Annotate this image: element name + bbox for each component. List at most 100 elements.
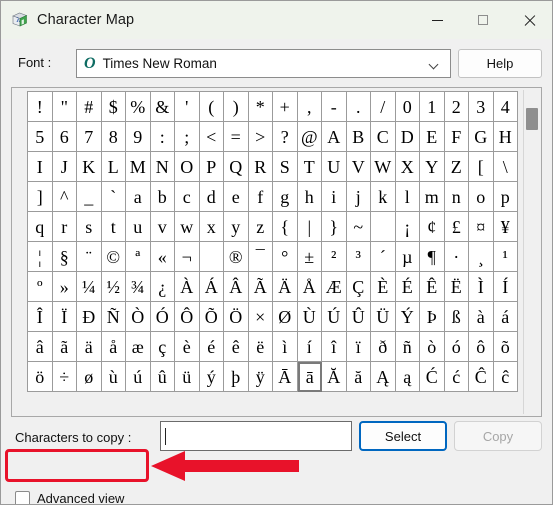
character-cell[interactable]: Â (224, 272, 249, 302)
character-cell[interactable]: K (77, 152, 102, 182)
character-cell[interactable]: ´ (371, 242, 396, 272)
character-cell[interactable]: R (248, 152, 273, 182)
character-cell[interactable]: Ã (248, 272, 273, 302)
character-cell[interactable]: q (28, 212, 53, 242)
character-cell[interactable]: Y (420, 152, 445, 182)
advanced-view-checkbox[interactable]: Advanced view (15, 491, 124, 504)
character-cell[interactable]: @ (297, 122, 322, 152)
character-cell[interactable]: I (28, 152, 53, 182)
character-cell[interactable]: ć (444, 362, 469, 392)
character-cell[interactable]: N (150, 152, 175, 182)
character-cell[interactable]: m (420, 182, 445, 212)
character-cell[interactable]: [ (469, 152, 494, 182)
character-cell[interactable]: ä (77, 332, 102, 362)
character-cell[interactable]: ³ (346, 242, 371, 272)
character-cell[interactable]: ñ (395, 332, 420, 362)
character-cell[interactable]: ó (444, 332, 469, 362)
character-cell[interactable]: + (273, 92, 298, 122)
character-cell[interactable]: w (175, 212, 200, 242)
character-cell[interactable]: ç (150, 332, 175, 362)
character-cell[interactable]: ) (224, 92, 249, 122)
character-cell[interactable]: ; (175, 122, 200, 152)
chevron-down-icon[interactable] (430, 61, 439, 66)
character-cell[interactable]: Å (297, 272, 322, 302)
character-cell[interactable]: Þ (420, 302, 445, 332)
character-cell[interactable]: × (248, 302, 273, 332)
character-cell[interactable]: ö (28, 362, 53, 392)
character-cell[interactable]: p (493, 182, 518, 212)
character-cell[interactable]: ¶ (420, 242, 445, 272)
character-cell[interactable]: , (297, 92, 322, 122)
character-cell[interactable]: d (199, 182, 224, 212)
font-combobox[interactable]: O Times New Roman (76, 49, 451, 78)
character-cell[interactable]: « (150, 242, 175, 272)
character-cell[interactable]: ù (101, 362, 126, 392)
character-cell[interactable]: | (297, 212, 322, 242)
character-cell[interactable]: x (199, 212, 224, 242)
character-cell[interactable]: ÷ (52, 362, 77, 392)
character-cell[interactable]: ê (224, 332, 249, 362)
character-cell[interactable] (371, 212, 396, 242)
character-cell[interactable]: g (273, 182, 298, 212)
character-cell[interactable]: ú (126, 362, 151, 392)
character-cell[interactable]: ă (346, 362, 371, 392)
character-cell[interactable]: ü (175, 362, 200, 392)
character-cell[interactable]: Ö (224, 302, 249, 332)
character-cell[interactable]: e (224, 182, 249, 212)
character-cell[interactable]: ô (469, 332, 494, 362)
character-cell[interactable]: " (52, 92, 77, 122)
character-cell[interactable]: ą (395, 362, 420, 392)
character-cell[interactable]: ½ (101, 272, 126, 302)
character-cell[interactable]: ® (224, 242, 249, 272)
character-cell[interactable]: j (346, 182, 371, 212)
character-cell[interactable]: Ĉ (469, 362, 494, 392)
character-cell[interactable]: ¸ (469, 242, 494, 272)
character-cell[interactable]: B (346, 122, 371, 152)
character-cell[interactable]: Ó (150, 302, 175, 332)
character-cell[interactable]: Ą (371, 362, 396, 392)
character-cell[interactable]: P (199, 152, 224, 182)
character-cell[interactable]: Ì (469, 272, 494, 302)
character-cell[interactable]: » (52, 272, 77, 302)
character-cell[interactable]: Ù (297, 302, 322, 332)
character-cell[interactable]: $ (101, 92, 126, 122)
character-cell[interactable]: . (346, 92, 371, 122)
character-cell[interactable]: ± (297, 242, 322, 272)
character-cell[interactable]: ¯ (248, 242, 273, 272)
character-cell[interactable]: Ü (371, 302, 396, 332)
character-cell[interactable]: ë (248, 332, 273, 362)
character-cell[interactable]: V (346, 152, 371, 182)
character-cell[interactable]: X (395, 152, 420, 182)
character-cell[interactable]: W (371, 152, 396, 182)
character-cell[interactable]: 8 (101, 122, 126, 152)
character-cell[interactable]: Ô (175, 302, 200, 332)
character-cell[interactable]: 4 (493, 92, 518, 122)
character-cell[interactable]: A (322, 122, 347, 152)
character-cell[interactable]: l (395, 182, 420, 212)
character-cell[interactable]: 5 (28, 122, 53, 152)
character-cell[interactable]: Á (199, 272, 224, 302)
character-cell[interactable]: { (273, 212, 298, 242)
character-cell[interactable]: ² (322, 242, 347, 272)
character-cell[interactable]: 0 (395, 92, 420, 122)
character-cell[interactable]: Ç (346, 272, 371, 302)
character-cell[interactable]: 2 (444, 92, 469, 122)
character-cell[interactable]: t (101, 212, 126, 242)
character-cell[interactable]: Ă (322, 362, 347, 392)
character-cell[interactable]: À (175, 272, 200, 302)
character-cell[interactable]: ã (52, 332, 77, 362)
character-cell[interactable]: © (101, 242, 126, 272)
character-cell-selected[interactable]: ā (297, 362, 322, 392)
character-cell[interactable]: % (126, 92, 151, 122)
character-cell[interactable]: ĉ (493, 362, 518, 392)
character-cell[interactable]: Ï (52, 302, 77, 332)
character-cell[interactable]: Õ (199, 302, 224, 332)
character-cell[interactable]: o (469, 182, 494, 212)
character-cell[interactable]: i (322, 182, 347, 212)
character-cell[interactable]: 6 (52, 122, 77, 152)
character-cell[interactable]: § (52, 242, 77, 272)
character-cell[interactable]: _ (77, 182, 102, 212)
character-cell[interactable]: * (248, 92, 273, 122)
character-cell[interactable]: ¬ (175, 242, 200, 272)
character-cell[interactable]: ò (420, 332, 445, 362)
